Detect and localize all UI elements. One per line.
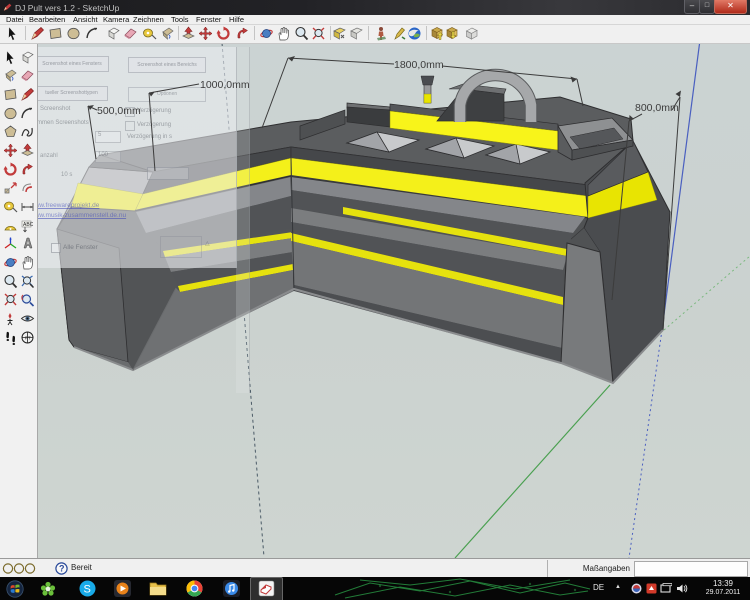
svg-text:?: ? (59, 564, 65, 574)
svg-text:PT: PT (25, 335, 31, 340)
svg-text:S: S (84, 584, 91, 596)
